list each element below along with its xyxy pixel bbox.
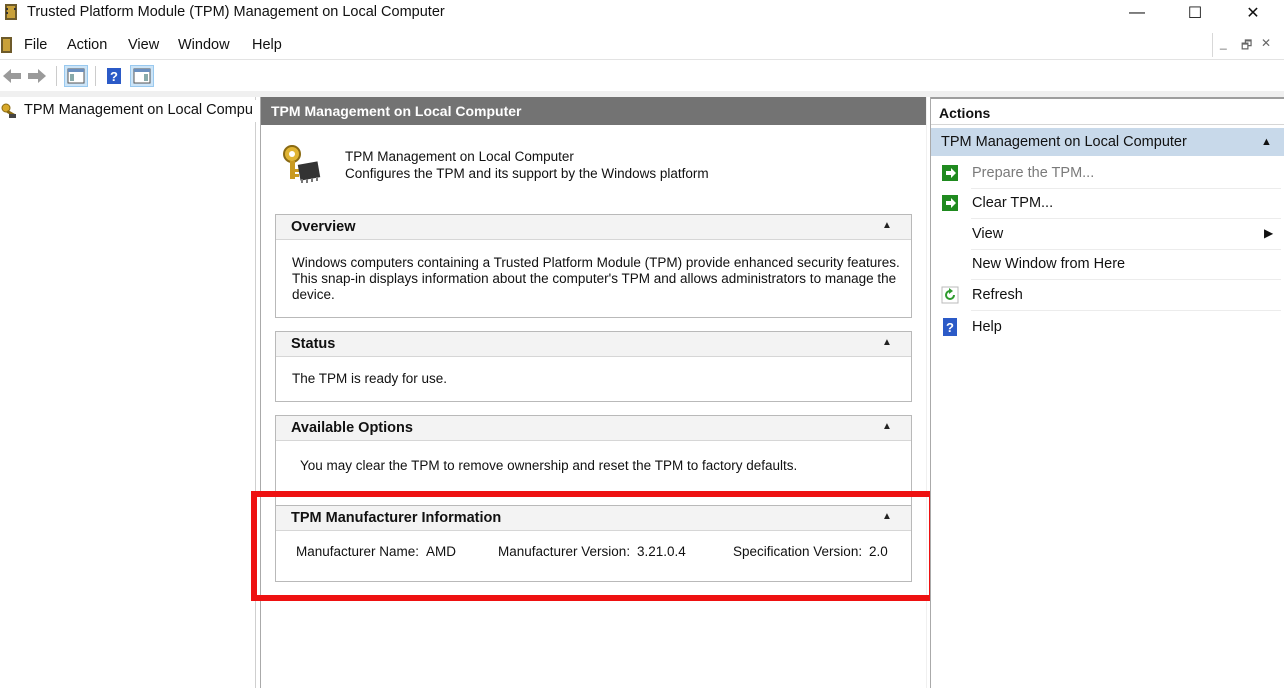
- mdi-restore-icon[interactable]: 🗗: [1241, 36, 1252, 57]
- title-bar: Trusted Platform Module (TPM) Management…: [0, 0, 1284, 26]
- mdi-minimize-icon[interactable]: _: [1220, 36, 1227, 50]
- action-label: Clear TPM...: [972, 195, 1054, 211]
- overview-section: Overview ▲ Windows computers containing …: [275, 214, 912, 318]
- back-icon: [3, 69, 21, 83]
- action-clear-tpm[interactable]: Clear TPM...: [931, 188, 1284, 219]
- window-title: Trusted Platform Module (TPM) Management…: [27, 4, 445, 20]
- action-view[interactable]: View ▶: [931, 219, 1284, 250]
- actions-pane: Actions TPM Management on Local Computer…: [930, 97, 1284, 688]
- forward-button[interactable]: [25, 65, 49, 87]
- green-arrow-icon: [942, 165, 958, 181]
- actions-header: Actions: [931, 97, 1284, 125]
- action-label: Refresh: [972, 287, 1023, 303]
- action-help[interactable]: ? Help: [931, 312, 1284, 343]
- highlight-box: [251, 491, 935, 601]
- menu-view[interactable]: View: [128, 37, 159, 53]
- green-arrow-icon: [942, 195, 958, 211]
- menu-action[interactable]: Action: [67, 37, 107, 53]
- results-pane-header: TPM Management on Local Computer: [261, 97, 926, 125]
- status-section: Status ▲ The TPM is ready for use.: [275, 331, 912, 402]
- menu-help[interactable]: Help: [252, 37, 282, 53]
- overview-header[interactable]: Overview ▲: [276, 215, 911, 240]
- action-new-window-from-here[interactable]: New Window from Here: [931, 249, 1284, 280]
- status-text: The TPM is ready for use.: [292, 371, 448, 386]
- toolbar-separator: [56, 66, 57, 86]
- forward-icon: [28, 69, 46, 83]
- tpm-chip-key-icon: [283, 145, 321, 183]
- collapse-icon[interactable]: ▲: [1261, 136, 1272, 148]
- svg-text:?: ?: [110, 69, 118, 84]
- maximize-button[interactable]: ☐: [1172, 0, 1218, 26]
- status-header[interactable]: Status ▲: [276, 332, 911, 357]
- actions-title: Actions: [939, 105, 991, 121]
- action-refresh[interactable]: Refresh: [931, 280, 1284, 311]
- show-hide-console-tree-button[interactable]: [64, 65, 88, 87]
- available-options-header[interactable]: Available Options ▲: [276, 416, 911, 441]
- overview-title: Overview: [291, 219, 356, 235]
- tree-item-tpm-management[interactable]: TPM Management on Local Compu: [0, 100, 256, 122]
- system-menu-icon[interactable]: [0, 36, 14, 54]
- show-hide-console-tree-icon: [67, 68, 85, 84]
- svg-text:?: ?: [946, 320, 954, 335]
- tpm-app-icon: [5, 4, 17, 20]
- results-pane-title: TPM Management on Local Computer: [271, 103, 522, 119]
- overview-text-line: This snap-in displays information about …: [292, 271, 897, 286]
- actions-group-tpm-management[interactable]: TPM Management on Local Computer ▲: [931, 128, 1284, 156]
- overview-text-line: device.: [292, 287, 335, 302]
- back-button[interactable]: [0, 65, 24, 87]
- mdi-controls: _ 🗗 ✕: [1212, 33, 1272, 57]
- action-label: New Window from Here: [972, 256, 1126, 272]
- refresh-icon: [941, 286, 959, 304]
- console-tree-pane: TPM Management on Local Compu: [0, 97, 256, 688]
- collapse-icon[interactable]: ▲: [882, 421, 892, 432]
- menu-file[interactable]: File: [24, 37, 47, 53]
- available-options-title: Available Options: [291, 420, 413, 436]
- action-label: Prepare the TPM...: [972, 165, 1095, 181]
- action-label: View: [972, 226, 1004, 242]
- close-button[interactable]: ✕: [1230, 0, 1276, 26]
- help-button[interactable]: ?: [102, 65, 126, 87]
- toolbar-separator: [95, 66, 96, 86]
- show-hide-action-pane-button[interactable]: [130, 65, 154, 87]
- divider: [971, 310, 1281, 311]
- status-title: Status: [291, 336, 336, 352]
- maximize-icon: ☐: [1187, 5, 1203, 22]
- show-hide-action-pane-icon: [133, 68, 151, 84]
- minimize-icon: —: [1129, 4, 1145, 21]
- actions-group-label: TPM Management on Local Computer: [941, 134, 1187, 150]
- available-options-text: You may clear the TPM to remove ownershi…: [300, 458, 798, 473]
- minimize-button[interactable]: —: [1114, 0, 1160, 26]
- close-icon: ✕: [1246, 5, 1260, 22]
- action-prepare-tpm[interactable]: Prepare the TPM...: [931, 158, 1284, 189]
- results-pane-body: TPM Management on Local Computer Configu…: [261, 125, 926, 688]
- tree-item-label: TPM Management on Local Compu: [24, 102, 253, 118]
- collapse-icon[interactable]: ▲: [882, 220, 892, 231]
- mdi-close-icon[interactable]: ✕: [1261, 36, 1271, 50]
- submenu-arrow-icon: ▶: [1264, 226, 1274, 240]
- help-icon: ?: [943, 318, 957, 336]
- intro-title: TPM Management on Local Computer: [345, 149, 574, 164]
- collapse-icon[interactable]: ▲: [882, 337, 892, 348]
- overview-text-line: Windows computers containing a Trusted P…: [292, 255, 900, 270]
- intro-subtitle: Configures the TPM and its support by th…: [345, 166, 709, 181]
- help-icon: ?: [107, 68, 121, 84]
- action-label: Help: [972, 319, 1002, 335]
- menu-window[interactable]: Window: [178, 37, 230, 53]
- menu-bar: File Action View Window Help: [0, 34, 1284, 58]
- tpm-key-icon: [1, 103, 16, 118]
- toolbar: ?: [0, 59, 1284, 91]
